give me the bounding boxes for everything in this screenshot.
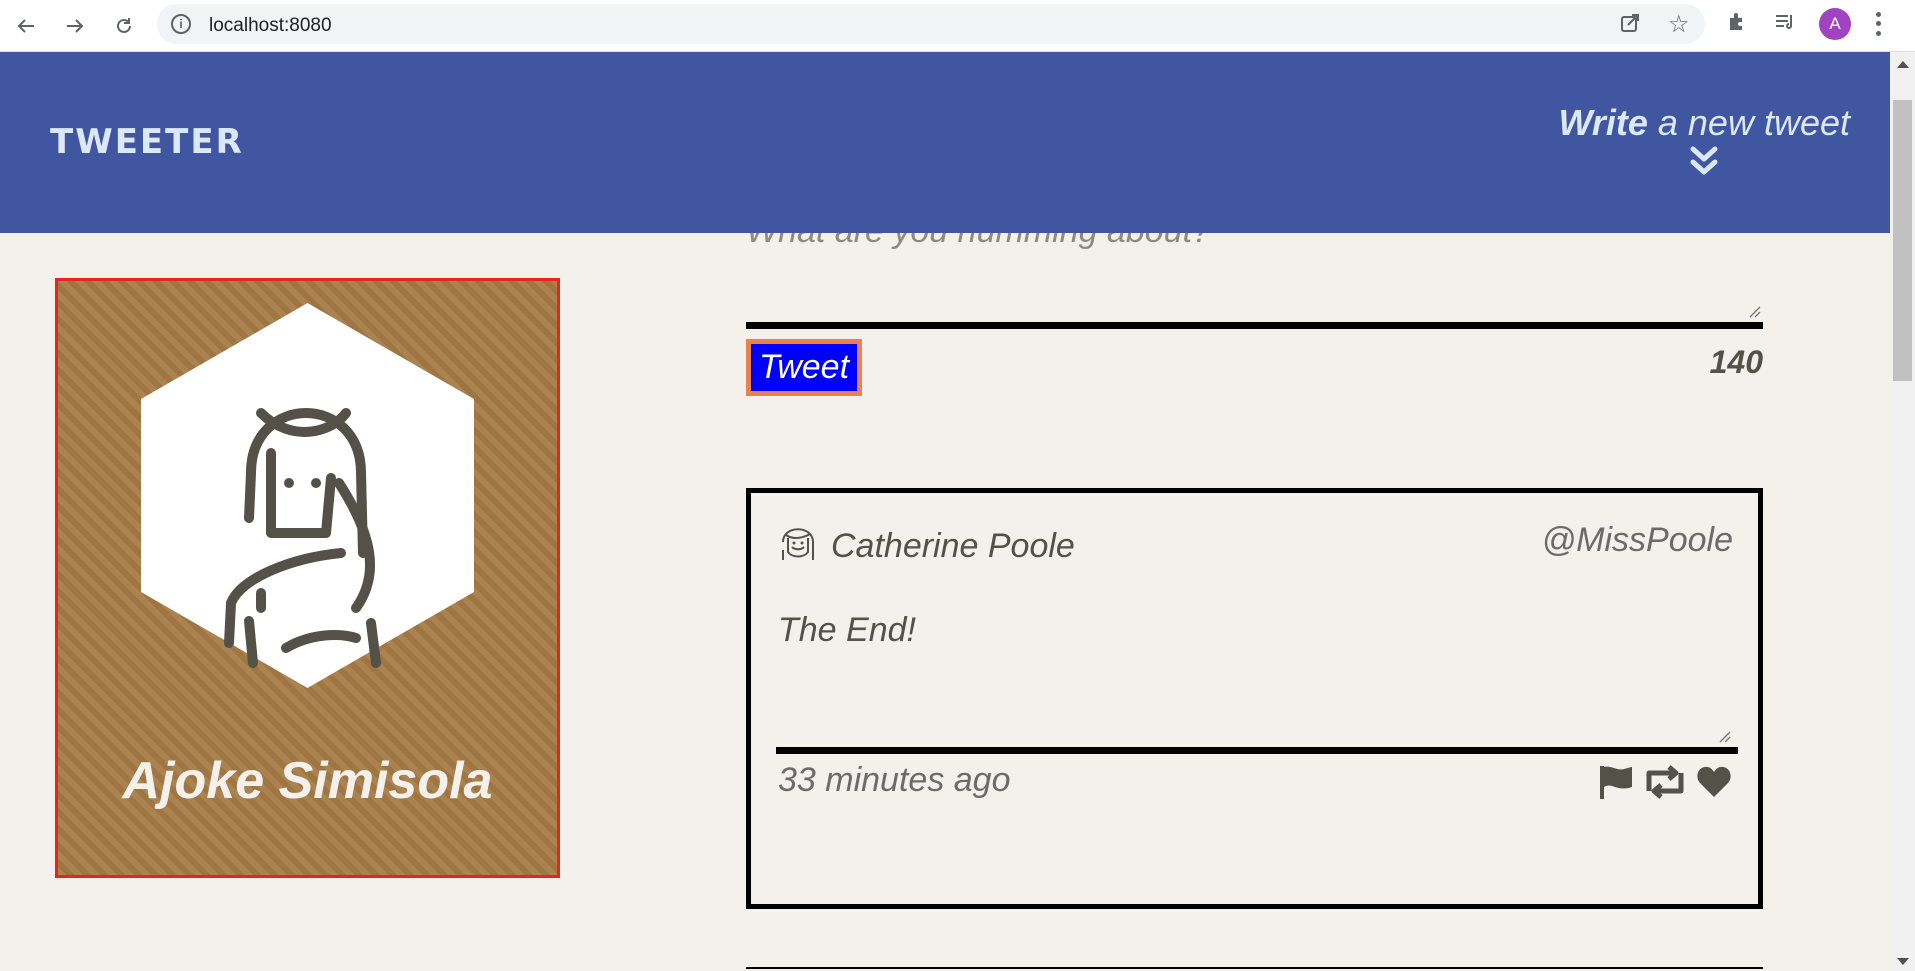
share-icon[interactable] (1619, 13, 1641, 40)
compose-toggle-text: Write a new tweet (1558, 102, 1850, 143)
tweet-submit-label: Tweet (751, 344, 857, 391)
next-tweet-border (746, 967, 1763, 969)
extensions-icon[interactable] (1725, 10, 1749, 39)
tweet-content: The End! (778, 611, 916, 649)
double-chevron-down-icon (1690, 146, 1718, 175)
tweet-avatar (782, 528, 814, 560)
url-text[interactable]: localhost:8080 (209, 15, 332, 37)
page-viewport: What are you humming about? Tweet 140 TW… (0, 52, 1890, 971)
brand-logo[interactable]: TWEETER (50, 122, 244, 162)
resize-handle-icon[interactable] (1717, 729, 1731, 743)
profile-name: Ajoke Simisola (122, 752, 493, 810)
retweet-icon[interactable] (1643, 763, 1687, 806)
tweet-timestamp: 33 minutes ago (778, 761, 1011, 799)
scroll-up-icon[interactable] (1897, 61, 1909, 68)
address-bar[interactable]: i localhost:8080 ☆ (157, 4, 1705, 44)
forward-icon[interactable] (59, 10, 91, 42)
scroll-thumb[interactable] (1893, 100, 1912, 381)
char-counter: 140 (1709, 344, 1763, 380)
write-new-tweet-toggle[interactable]: Write a new tweet (1559, 102, 1850, 176)
resize-handle-icon[interactable] (1747, 304, 1761, 318)
flag-icon[interactable] (1597, 763, 1635, 806)
profile-avatar[interactable]: A (1819, 8, 1851, 40)
tweet-actions (1597, 763, 1733, 806)
scroll-down-icon[interactable] (1897, 958, 1909, 965)
browser-toolbar: i localhost:8080 ☆ A (0, 0, 1915, 52)
bookmark-star-icon[interactable]: ☆ (1668, 10, 1690, 39)
tweet-author-handle: @MissPoole (1541, 521, 1733, 559)
page-scrollbar[interactable] (1890, 52, 1915, 971)
site-header: TWEETER Write a new tweet (0, 52, 1890, 233)
browser-menu-icon[interactable] (1872, 10, 1884, 38)
heart-icon[interactable] (1695, 763, 1733, 806)
reload-icon[interactable] (108, 10, 140, 42)
profile-avatar-image (141, 303, 474, 688)
back-icon[interactable] (10, 10, 42, 42)
tweet-submit-button[interactable]: Tweet (746, 339, 862, 396)
media-queue-icon[interactable] (1773, 10, 1797, 39)
tweet-article: Catherine Poole @MissPoole The End! 33 m… (746, 488, 1763, 909)
profile-card: Ajoke Simisola (55, 278, 560, 878)
tweet-divider (776, 747, 1738, 754)
tweet-author-name: Catherine Poole (831, 527, 1075, 565)
textarea-underline (746, 322, 1763, 329)
site-info-icon[interactable]: i (171, 14, 191, 34)
